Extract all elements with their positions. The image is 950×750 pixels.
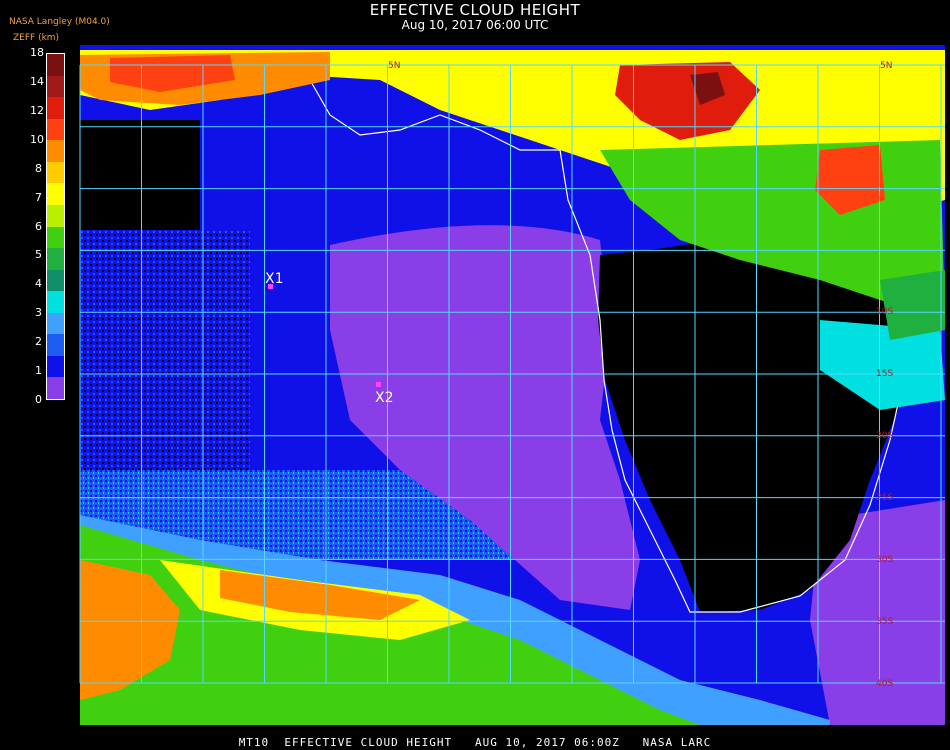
scale-swatch (47, 140, 64, 162)
scale-tick-label: 3 (35, 306, 42, 320)
grid-label: 35S (876, 617, 893, 627)
scale-tick-label: 6 (35, 219, 42, 233)
map-subtitle: Aug 10, 2017 06:00 UTC (401, 18, 549, 32)
scale-swatch (47, 54, 64, 76)
scale-tick-label: 1 (35, 364, 42, 378)
scale-tick-label: 4 (35, 277, 42, 291)
scale-swatch (47, 75, 64, 98)
grid-label: 40S (876, 679, 893, 689)
legend-unit: ZEFF (km) (13, 33, 60, 43)
scale-tick-label: 2 (35, 335, 42, 349)
grid-label: 5N (880, 61, 892, 71)
marker-x1-label: X1 (265, 271, 284, 287)
scale-tick-label: 18 (30, 46, 44, 59)
grid-label: 20S (876, 431, 893, 441)
scale-swatch (47, 183, 64, 205)
scale-tick-label: 5 (35, 248, 42, 262)
scale-swatch (47, 269, 64, 292)
grid-label: 30S (876, 555, 893, 565)
scale-tick-label: 10 (30, 132, 44, 146)
marker-x2-point (376, 382, 381, 387)
marker-x2-label: X2 (375, 390, 394, 406)
scale-swatch (47, 248, 64, 270)
scale-swatch (47, 291, 64, 313)
speckle-west (80, 230, 250, 480)
grid-label: 15S (876, 369, 893, 379)
scale-swatch (47, 97, 64, 119)
scale-swatch (47, 334, 64, 356)
scale-tick-label: 0 (35, 393, 42, 406)
grid-label: 5N (388, 61, 400, 71)
data-source: NASA Langley (M04.0) (9, 17, 110, 27)
map-title: EFFECTIVE CLOUD HEIGHT (369, 1, 581, 19)
scale-swatch (47, 204, 64, 227)
scale-swatch (47, 355, 64, 378)
scale-tick-label: 8 (35, 161, 42, 175)
cloud-height-map: 5N 5N 10S 15S 20S 25S 30S 35S 40S X1 X2 (79, 45, 945, 725)
scale-swatch (47, 312, 64, 335)
grid-label: 25S (876, 493, 893, 503)
scale-swatch (47, 377, 64, 399)
footer-caption: MT10 EFFECTIVE CLOUD HEIGHT AUG 10, 2017… (238, 736, 712, 749)
scale-swatch (47, 226, 64, 249)
scale-swatch (47, 161, 64, 184)
scale-tick-label: 12 (30, 103, 44, 117)
scale-swatch (47, 118, 64, 141)
clear-patch-west (80, 120, 200, 230)
scale-tick-label: 7 (35, 190, 42, 204)
color-scale-bar (46, 53, 65, 400)
scale-tick-label: 14 (30, 74, 44, 88)
grid-label: 10S (876, 307, 893, 317)
cloud-patch-teal-east (880, 270, 945, 340)
